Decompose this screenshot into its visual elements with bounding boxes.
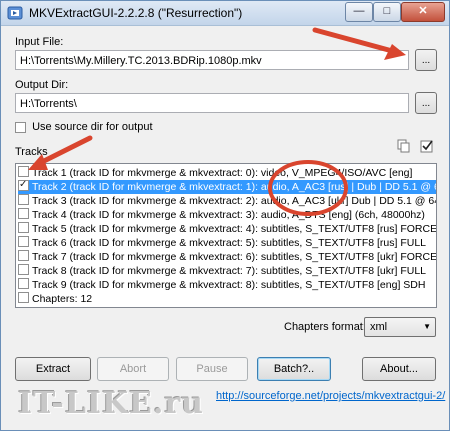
track-row[interactable]: Track 7 (track ID for mkvmerge & mkvextr… <box>18 250 437 264</box>
track-checkbox[interactable] <box>18 178 29 192</box>
track-row[interactable]: Track 6 (track ID for mkvmerge & mkvextr… <box>18 236 436 250</box>
track-label: Chapters: 12 <box>32 293 93 305</box>
chapters-format-value: xml <box>370 321 388 333</box>
track-label: Track 2 (track ID for mkvmerge & mkvextr… <box>32 181 437 193</box>
chapters-format-label: Chapters format: <box>284 321 366 333</box>
track-checkbox[interactable] <box>18 292 29 303</box>
track-row[interactable]: Track 9 (track ID for mkvmerge & mkvextr… <box>18 278 436 292</box>
pause-button[interactable]: Pause <box>176 357 248 381</box>
output-dir-field[interactable]: H:\Torrents\ <box>15 93 409 113</box>
track-label: Track 3 (track ID for mkvmerge & mkvextr… <box>32 195 437 207</box>
use-source-checkbox[interactable] <box>15 121 26 133</box>
watermark-logo: IT-LIKE.ru <box>18 386 204 421</box>
close-button[interactable]: ✕ <box>401 2 445 22</box>
extract-button[interactable]: Extract <box>15 357 91 381</box>
track-row[interactable]: Chapters: 12 <box>18 292 436 306</box>
track-label: Track 9 (track ID for mkvmerge & mkvextr… <box>32 279 426 291</box>
track-checkbox[interactable] <box>18 222 29 233</box>
abort-button[interactable]: Abort <box>97 357 169 381</box>
track-checkbox[interactable] <box>18 236 29 247</box>
app-icon <box>7 6 23 20</box>
track-label: Track 5 (track ID for mkvmerge & mkvextr… <box>32 223 437 235</box>
track-checkbox[interactable] <box>18 208 29 219</box>
track-label: Track 7 (track ID for mkvmerge & mkvextr… <box>32 251 437 263</box>
copy-icon[interactable] <box>397 139 411 153</box>
output-browse-button[interactable]: ... <box>415 92 437 114</box>
track-label: Track 1 (track ID for mkvmerge & mkvextr… <box>32 167 413 179</box>
window-title: MKVExtractGUI-2.2.2.8 ("Resurrection") <box>29 6 243 20</box>
chapters-format-select[interactable]: xml ▼ <box>364 317 436 337</box>
input-browse-button[interactable]: ... <box>415 49 437 71</box>
check-all-icon[interactable] <box>420 139 434 153</box>
track-checkbox[interactable] <box>18 250 29 261</box>
title-bar[interactable]: MKVExtractGUI-2.2.2.8 ("Resurrection") —… <box>1 1 449 26</box>
track-checkbox[interactable] <box>18 264 29 275</box>
maximize-button[interactable]: □ <box>373 2 401 22</box>
track-list[interactable]: Track 1 (track ID for mkvmerge & mkvextr… <box>15 163 437 308</box>
track-row[interactable]: Track 2 (track ID for mkvmerge & mkvextr… <box>18 178 437 194</box>
about-button[interactable]: About... <box>362 357 436 381</box>
tracks-label: Tracks <box>15 146 48 158</box>
track-row[interactable]: Track 3 (track ID for mkvmerge & mkvextr… <box>18 194 437 208</box>
track-label: Track 6 (track ID for mkvmerge & mkvextr… <box>32 237 427 249</box>
track-row[interactable]: Track 1 (track ID for mkvmerge & mkvextr… <box>18 166 436 180</box>
batch-button[interactable]: Batch?.. <box>257 357 331 381</box>
output-dir-label: Output Dir: <box>15 79 69 91</box>
track-checkbox[interactable] <box>18 166 29 177</box>
minimize-button[interactable]: — <box>345 2 373 22</box>
track-row[interactable]: Track 5 (track ID for mkvmerge & mkvextr… <box>18 222 437 236</box>
track-row[interactable]: Track 8 (track ID for mkvmerge & mkvextr… <box>18 264 436 278</box>
track-row[interactable]: Track 4 (track ID for mkvmerge & mkvextr… <box>18 208 436 222</box>
input-file-field[interactable]: H:\Torrents\My.Millery.TC.2013.BDRip.108… <box>15 50 409 70</box>
use-source-label: Use source dir for output <box>32 121 153 133</box>
chevron-down-icon: ▼ <box>423 322 431 331</box>
project-link[interactable]: http://sourceforge.net/projects/mkvextra… <box>216 390 445 402</box>
track-label: Track 4 (track ID for mkvmerge & mkvextr… <box>32 209 425 221</box>
track-label: Track 8 (track ID for mkvmerge & mkvextr… <box>32 265 427 277</box>
use-source-option[interactable]: Use source dir for output <box>15 121 153 133</box>
track-checkbox[interactable] <box>18 278 29 289</box>
input-file-label: Input File: <box>15 36 64 48</box>
track-checkbox[interactable] <box>18 194 29 205</box>
main-window: MKVExtractGUI-2.2.2.8 ("Resurrection") —… <box>0 0 450 431</box>
